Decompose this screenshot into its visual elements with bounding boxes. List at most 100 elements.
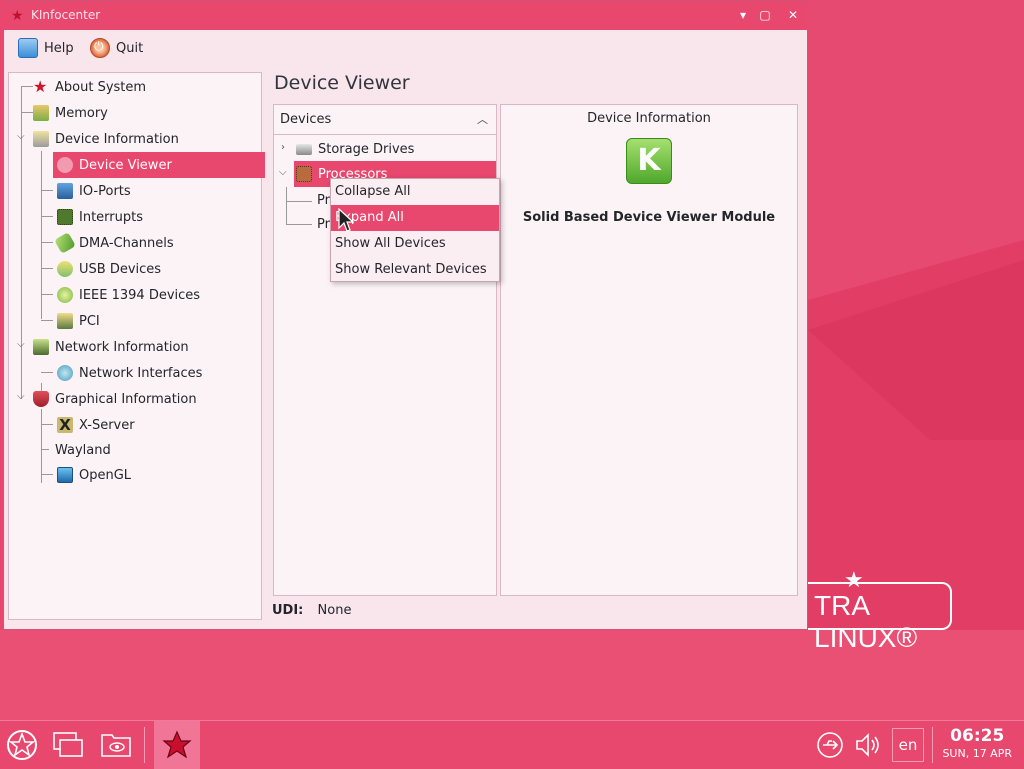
window-title: KInfocenter [31,8,101,22]
sidebar-item-pci[interactable]: PCI [57,308,257,334]
udi-value: None [317,603,352,618]
expand-chevron-right-icon[interactable]: › [281,142,285,153]
device-information-panel: Device Information K Solid Based Device … [500,104,798,596]
network-tray-button[interactable] [812,727,848,763]
sidebar-item-opengl[interactable]: OpenGL [57,462,257,488]
sidebar-item-device-information[interactable]: Device Information [33,126,259,152]
device-row-storage-drives[interactable]: Storage Drives [296,136,494,162]
toolbar: Help Quit [4,30,807,67]
sidebar-item-usb-devices[interactable]: USB Devices [57,256,257,282]
x-server-icon: X [57,417,73,433]
app-star-icon: ★ [11,8,24,24]
taskbar: en 06:25 SUN, 17 APR [0,720,1024,769]
devices-column-header[interactable]: Devices ︿ [274,105,496,135]
sidebar-item-label: Memory [55,105,108,121]
help-button[interactable]: Help [14,35,78,61]
sidebar-item-label: USB Devices [79,261,162,277]
drive-icon [296,143,312,155]
sidebar-item-label: About System [55,79,147,95]
device-viewer-icon [57,157,73,173]
help-label: Help [44,40,74,56]
network-icon [33,339,49,355]
clock-time: 06:25 [950,726,1005,746]
volume-icon [856,733,879,757]
device-row-label: Pr [317,216,330,232]
expand-chevron-icon[interactable]: ⌵ [17,131,25,142]
sidebar-item-label: Network Interfaces [79,365,203,381]
sidebar-item-label: Device Viewer [79,157,172,173]
kde-logo-icon: K [626,138,672,184]
sidebar-item-label: Network Information [55,339,189,355]
expand-chevron-down-icon[interactable]: ⌵ [279,167,287,178]
module-name: Solid Based Device Viewer Module [522,210,776,225]
graphics-icon [33,391,49,407]
opengl-icon [57,467,73,483]
power-icon [90,38,110,58]
application-launcher-button[interactable] [4,727,40,763]
sidebar-item-label: Interrupts [79,209,143,225]
device-information-title: Device Information [587,111,711,126]
menu-item-show-all-devices[interactable]: Show All Devices [331,231,499,257]
help-book-icon [18,38,38,58]
sidebar-item-label: Device Information [55,131,179,147]
mouse-cursor-icon [338,208,354,232]
usb-icon [57,261,73,277]
star-icon: ★ [33,77,48,96]
menu-item-collapse-all[interactable]: Collapse All [331,179,499,205]
taskbar-kinfocenter-button[interactable] [154,721,200,769]
udi-row: UDI: None [272,603,351,618]
show-windows-button[interactable] [50,727,86,763]
sidebar-item-graphical-information[interactable]: Graphical Information [33,386,259,412]
sidebar-item-label: IEEE 1394 Devices [79,287,201,303]
usb-tray-icon [817,732,843,758]
sidebar-item-label: IO-Ports [79,183,131,199]
close-icon[interactable]: ✕ [783,5,803,25]
sidebar-item-x-server[interactable]: X X-Server [57,412,257,438]
maximize-icon[interactable]: ▢ [755,5,775,25]
menu-item-show-relevant-devices[interactable]: Show Relevant Devices [331,257,499,283]
sidebar-item-wayland[interactable]: Wayland [55,437,255,463]
sidebar-item-interrupts[interactable]: Interrupts [57,204,257,230]
volume-tray-button[interactable] [850,727,886,763]
quit-button[interactable]: Quit [86,35,147,61]
sidebar-item-ieee1394-devices[interactable]: IEEE 1394 Devices [57,282,257,308]
sidebar-item-label: X-Server [79,417,135,433]
sidebar-item-io-ports[interactable]: IO-Ports [57,178,257,204]
devices-header-label: Devices [280,112,332,127]
sidebar-item-network-interfaces[interactable]: Network Interfaces [57,360,257,386]
clock[interactable]: 06:25 SUN, 17 APR [942,725,1012,761]
wallpaper-logo-text: TRA LINUX® [814,590,918,653]
sidebar-item-label: Graphical Information [55,391,197,407]
keyboard-layout-indicator[interactable]: en [892,728,924,762]
sort-chevron-up-icon: ︿ [477,113,488,126]
expand-chevron-icon[interactable]: ⌵ [17,391,25,402]
ieee1394-icon [57,287,73,303]
sidebar-item-label: OpenGL [79,467,132,483]
chip-icon [57,209,73,225]
memory-icon [33,105,49,121]
windows-icon [53,732,83,757]
context-menu: Collapse All Expand All Show All Devices… [330,178,500,282]
dma-icon [54,232,76,254]
pci-icon [57,313,73,329]
menu-item-expand-all[interactable]: Expand All [331,205,499,231]
file-manager-button[interactable] [98,727,134,763]
udi-label: UDI: [272,603,304,618]
processor-icon [296,166,312,182]
device-row-label: Pr [317,192,330,208]
kinfocenter-star-icon [162,730,192,759]
sidebar-item-dma-channels[interactable]: DMA-Channels [54,230,257,256]
device-info-icon [33,131,49,147]
sidebar-item-about-system[interactable]: ★ About System [33,74,259,100]
title-bar[interactable]: ★ KInfocenter ▾ ▢ ✕ [4,1,807,30]
clock-date: SUN, 17 APR [942,747,1012,760]
sidebar-item-memory[interactable]: Memory [33,100,259,126]
device-row-label: Storage Drives [318,141,415,157]
launcher-star-icon [7,730,37,760]
sidebar-item-label: Wayland [55,442,111,458]
minimize-icon[interactable]: ▾ [733,5,753,25]
sidebar-tree: ⌵ ⌵ ⌵ ★ About System Memory Device Infor… [8,72,265,620]
sidebar-item-network-information[interactable]: Network Information [33,334,259,360]
expand-chevron-icon[interactable]: ⌵ [17,339,25,350]
sidebar-item-device-viewer[interactable]: Device Viewer [53,152,265,178]
